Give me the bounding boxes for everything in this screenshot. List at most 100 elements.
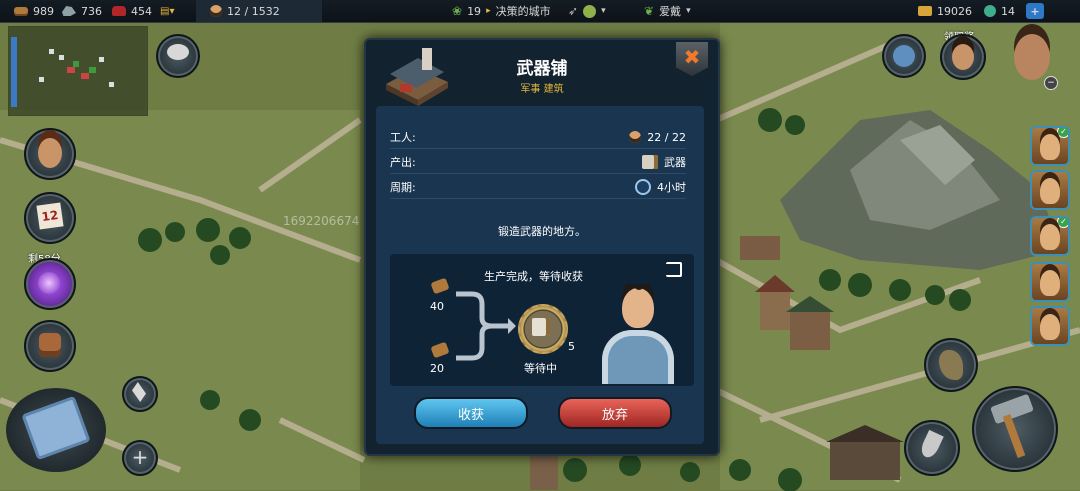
minimap[interactable] (8, 26, 148, 116)
wood-icon (430, 341, 450, 359)
minus-icon[interactable]: − (1044, 76, 1058, 90)
magic-orb-icon (38, 272, 60, 294)
wood-icon (14, 6, 28, 16)
wood-icon (430, 277, 450, 295)
road-build-button[interactable] (924, 338, 978, 392)
chat-button[interactable] (156, 34, 200, 78)
hero-slot-5[interactable] (1030, 306, 1070, 346)
weapons-icon (532, 318, 550, 336)
event-orb-button[interactable] (24, 258, 76, 310)
ore-resource[interactable]: 736 (62, 0, 102, 22)
zoom-in-button[interactable]: + (122, 440, 158, 476)
hero-reward-button[interactable] (940, 34, 986, 80)
stat-row-cycle: 周期: 4小时 (390, 176, 686, 199)
stat-value: 武器 (664, 156, 686, 169)
hero-slot-3[interactable]: ✓ (1030, 216, 1070, 256)
waiting-label: 等待中 (524, 362, 557, 375)
workers-count: 12 / 1532 (227, 4, 280, 18)
wood-resource[interactable]: 989 (14, 0, 54, 22)
player-avatar[interactable]: − (1004, 28, 1064, 90)
road-icon (939, 350, 963, 380)
caret-icon: ▸ (486, 6, 491, 16)
ruler-name: 爱戴 (659, 5, 682, 18)
merge-arrow-icon (456, 291, 516, 361)
layers-button[interactable] (122, 376, 158, 412)
cloth-count: 454 (131, 4, 152, 18)
weapons-icon (642, 155, 658, 169)
avatar-portrait-icon (1014, 34, 1050, 80)
stat-value: 22 / 22 (647, 130, 686, 144)
stat-row-workers: 工人: 22 / 22 (390, 126, 686, 149)
ore-count: 736 (81, 4, 102, 18)
harvest-button[interactable]: 收获 (414, 397, 528, 429)
ruler-info[interactable]: ❦ 爱戴 ▾ (644, 0, 691, 22)
cloth-icon (112, 6, 126, 16)
gold-count: 19026 (937, 4, 972, 18)
workers-counter[interactable]: 12 / 1532 (196, 0, 322, 22)
production-panel: 生产完成，等待收获 40 20 5 等待中 (390, 254, 694, 386)
collapse-icon[interactable] (666, 262, 682, 277)
check-icon: ✓ (1057, 218, 1068, 228)
gems-count: 14 (1001, 4, 1015, 18)
shovel-icon (918, 429, 944, 461)
chevron-down-icon: ▾ (601, 6, 606, 16)
gem-icon (984, 5, 996, 17)
city-level: 19 (467, 4, 482, 18)
dialog-title: 武器铺 (516, 59, 568, 79)
gold-icon (918, 6, 932, 16)
hero-slot-2[interactable] (1030, 170, 1070, 210)
abandon-button[interactable]: 放弃 (558, 397, 672, 429)
dialog-header: 武器铺 军事 建筑 ✖ (366, 40, 718, 110)
resource-stack-icon: ▤▾ (160, 5, 175, 17)
blueprint-build-button[interactable] (6, 388, 106, 472)
worker-icon (629, 131, 642, 143)
resource-dropdown[interactable]: ▤▾ (160, 0, 174, 22)
wood-count: 989 (33, 4, 54, 18)
plus-icon: + (131, 445, 149, 469)
hero-portrait-icon (952, 44, 974, 70)
gems-resource[interactable]: 14 (984, 0, 1015, 22)
city-name: 决策的城市 (495, 5, 551, 18)
output-weapons-icon (518, 304, 568, 354)
worker-icon (210, 5, 222, 17)
city-info[interactable]: ❀ 19 ▸ 决策的城市 (452, 0, 551, 22)
chat-bubble-icon (167, 44, 189, 60)
calendar-icon: 12 (36, 202, 64, 230)
building-info-dialog: 武器铺 军事 建筑 ✖ 工人: 22 / 22 产出: 武器 周期: 4小时 锻… (364, 38, 720, 456)
world-map-button[interactable] (882, 34, 926, 78)
hammer-handle (1002, 413, 1026, 459)
advisor-dropdown[interactable]: ➶ ▾ (568, 0, 606, 22)
worker-character-portrait (598, 284, 678, 384)
advisor-portrait-icon (38, 138, 62, 168)
shovel-button[interactable] (904, 420, 960, 476)
chevron-down-icon: ▾ (686, 6, 691, 16)
gold-resource[interactable]: 19026 (918, 0, 972, 22)
buy-gems-button[interactable]: + (1026, 3, 1044, 19)
feather-icon: ➶ (568, 4, 579, 18)
happiness-icon (583, 4, 597, 18)
ore-icon (62, 6, 76, 16)
top-resource-bar: 989 736 454 ▤▾ 12 / 1532 ❀ 19 ▸ 决策的城市 ➶ … (0, 0, 1080, 23)
backpack-icon (39, 333, 61, 357)
hammer-build-button[interactable] (972, 386, 1058, 472)
input-wood-amount: 20 (430, 362, 444, 375)
advisor-button[interactable] (24, 128, 76, 180)
input-wood-amount: 40 (430, 300, 444, 313)
clock-icon (635, 179, 651, 195)
hero-slot-1[interactable]: ✓ (1030, 126, 1070, 166)
building-description: 锻造武器的地方。 (498, 225, 586, 238)
map-stray-number: 1692206674 (283, 214, 360, 228)
city-emblem-icon: ❀ (452, 4, 463, 18)
inventory-button[interactable] (24, 320, 76, 372)
hero-slot-4[interactable] (1030, 262, 1070, 302)
stat-row-output: 产出: 武器 (390, 151, 686, 174)
cloth-resource[interactable]: 454 (112, 0, 152, 22)
building-category: 军事 建筑 (520, 84, 564, 95)
globe-icon (893, 45, 915, 67)
stat-value: 4小时 (657, 181, 686, 194)
production-status: 生产完成，等待收获 (484, 270, 583, 283)
layers-icon (132, 382, 146, 402)
output-count: 5 (568, 340, 575, 353)
calendar-button[interactable]: 12 (24, 192, 76, 244)
stat-label: 工人: (390, 131, 416, 144)
